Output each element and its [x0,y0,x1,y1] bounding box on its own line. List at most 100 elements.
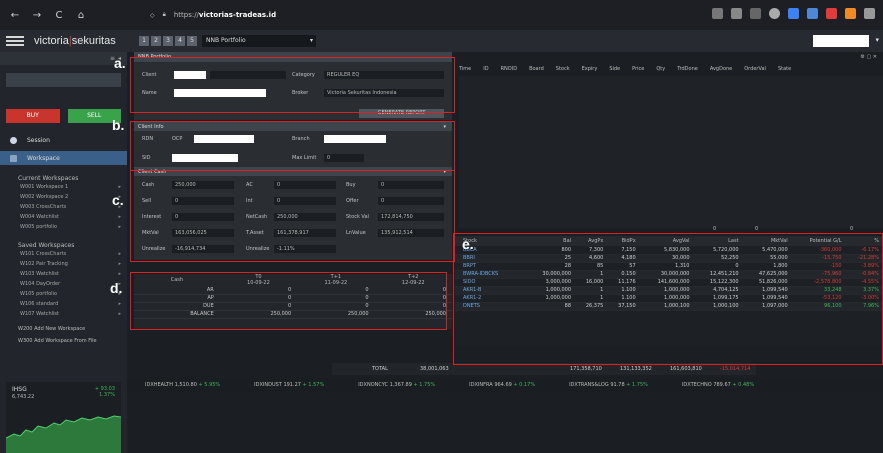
grid-icon [10,154,17,162]
sidebar-search-input[interactable] [6,73,121,87]
back-icon[interactable]: ← [8,8,22,22]
saved-workspace-item[interactable]: W103 Watchlist ▸ [0,269,127,279]
workspace-select[interactable]: NNB Portfolio ▾ [202,35,316,47]
annotation-label-b: b. [112,117,125,133]
pocket-icon[interactable] [712,8,723,19]
sidebar-item-session[interactable]: Session [0,133,127,147]
saved-workspace-item[interactable]: W106 standard ▸ [0,299,127,309]
annotation-box-d [130,272,447,330]
chevron-down-icon[interactable]: ▾ [875,36,879,44]
workspace-tab[interactable]: 3 [163,36,173,46]
column-header[interactable]: State [778,66,791,72]
home-icon[interactable]: ⌂ [74,8,88,22]
column-header[interactable]: Stock [556,66,570,72]
saved-workspace-item[interactable]: W102 Pair Tracking ▸ [0,259,127,269]
sidebar: ≡ ◂ BUY SELL Session Workspace Current W… [0,52,127,453]
chevron-down-icon: ▾ [309,37,313,44]
column-header[interactable]: Expiry [582,66,598,72]
total-bal: 38,001,063 [420,366,449,372]
column-header[interactable]: Qty [656,66,665,72]
stock-search-input[interactable] [813,35,869,47]
total-gl: -15,014,714 [720,366,751,372]
account-icon[interactable] [769,8,780,19]
lock-icon: 🔒︎ [162,11,166,18]
arrow-icon: ▸ [118,261,121,267]
column-header[interactable]: AvgDone [710,66,732,72]
totals-label: TOTAL [372,366,388,372]
browser-toolbar: ← → C ⌂ ◇ 🔒︎ https://victorias-tradeas.i… [0,0,883,30]
library-icon[interactable] [750,8,761,19]
add-workspace-file-link[interactable]: W300 Add Workspace From File [0,335,127,347]
arrow-icon: ▸ [118,271,121,277]
saved-workspace-item[interactable]: W107 Watchlist ▸ [0,309,127,319]
workspace-item[interactable]: W003 CrossCharts ▸ [0,202,127,212]
arrow-icon: ▸ [118,251,121,257]
annotation-box-a [130,57,455,113]
ticker-item[interactable]: IDXINDUST 191.27 + 1.57% [254,382,324,388]
column-header[interactable]: RNOID [501,66,517,72]
workspace-item[interactable]: W001 Workspace 1 ▸ [0,182,127,192]
buy-button[interactable]: BUY [6,109,60,123]
column-header[interactable]: ID [483,66,488,72]
menu-icon[interactable] [864,8,875,19]
arrow-icon: ▸ [118,214,121,220]
sidebar-item-workspace[interactable]: Workspace [0,151,127,165]
index-change: + 93.03 1.37% [94,386,115,398]
extension-icon[interactable] [807,8,818,19]
column-header[interactable]: TrdDone [677,66,698,72]
arrow-icon: ▸ [118,224,121,230]
column-header[interactable]: Side [609,66,620,72]
workspace-tab[interactable]: 5 [187,36,197,46]
column-header[interactable]: OrderVal [744,66,766,72]
column-header[interactable]: Board [529,66,544,72]
total-mktval: 161,603,810 [670,366,702,372]
ticker-item[interactable]: IDXTRANS&LOG 91.78 + 1.75% [569,382,648,388]
annotation-label-a: a. [114,55,126,71]
sidebar-tools: ≡ ◂ [0,52,127,65]
column-header[interactable]: Time [459,66,471,72]
workspace-tab[interactable]: 4 [175,36,185,46]
ticker-item[interactable]: IDXINFRA 964.69 + 0.17% [469,382,535,388]
annotation-label-e: e. [462,236,474,252]
arrow-icon: ▸ [118,311,121,317]
index-widget[interactable]: IHSG 6,743.22 + 93.03 1.37% [6,382,121,453]
address-bar[interactable]: ◇ 🔒︎ https://victorias-tradeas.id [150,8,670,22]
download-icon[interactable] [731,8,742,19]
extension-red-icon[interactable] [826,8,837,19]
sidebar-item-label: Session [27,136,50,144]
workspace-item[interactable]: W002 Workspace 2 ▸ [0,192,127,202]
forward-icon[interactable]: → [30,8,44,22]
workspace-tab[interactable]: 1 [139,36,149,46]
orders-table-body [459,76,883,228]
logo: victoria|sekuritas [34,35,116,47]
orders-table-header: Time ID RNOID Board Stock Expiry Side Pr… [459,63,883,75]
ticker-item[interactable]: IDXTECHNO 789.67 + 0.48% [682,382,754,388]
annotation-box-b [130,121,455,171]
arrow-icon: ▸ [118,301,121,307]
index-sparkline [6,415,121,453]
index-name: IHSG [12,386,27,393]
column-header[interactable]: Price [632,66,644,72]
hamburger-icon[interactable] [6,34,24,48]
saved-workspace-item[interactable]: W101 CrossCharts ▸ [0,249,127,259]
workspace-item[interactable]: W004 Watchlist ▸ [0,212,127,222]
extension-blue-icon[interactable] [788,8,799,19]
workspace-item[interactable]: W005 portfolio ▸ [0,222,127,232]
app-header: victoria|sekuritas 1 2 3 4 5 NNB Portfol… [0,30,883,52]
total-avgval: 171,358,710 [570,366,602,372]
ticker-item[interactable]: IDXNONCYC 1,367.89 + 1.75% [358,382,435,388]
saved-workspace-item[interactable]: W105 portfolio ▸ [0,289,127,299]
order-buttons: BUY SELL [6,109,121,123]
url-text: https://victorias-tradeas.id [173,11,277,19]
extensions-bar [712,8,875,19]
window-controls-icon[interactable]: ⚙ ▢ ✕ [860,54,877,60]
reload-icon[interactable]: C [52,8,66,22]
current-workspaces-heading: Current Workspaces [18,175,79,182]
ticker-item[interactable]: IDXHEALTH 1,510.80 + 5.95% [145,382,220,388]
add-workspace-link[interactable]: W200 Add New Workspace [0,323,127,335]
workspace-tab[interactable]: 2 [151,36,161,46]
sidebar-item-label: Workspace [27,154,60,162]
extension-orange-icon[interactable] [845,8,856,19]
annotation-box-e [453,233,883,365]
saved-workspace-item[interactable]: W104 DayOrder ▸ [0,279,127,289]
